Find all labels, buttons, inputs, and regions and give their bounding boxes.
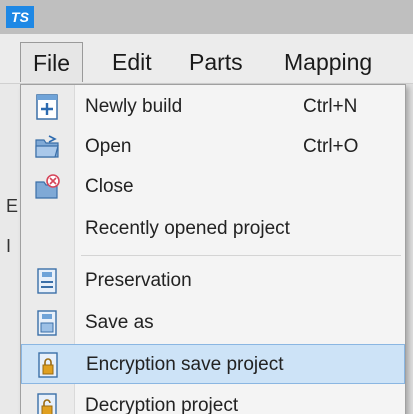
- menu-item-encryption-save[interactable]: Encryption save project: [21, 344, 405, 384]
- decrypt-icon: [33, 391, 61, 414]
- menu-edit[interactable]: Edit: [100, 42, 164, 82]
- save-as-icon: [33, 308, 61, 338]
- menu-item-save-as[interactable]: Save as: [21, 303, 405, 343]
- title-bar: TS: [0, 0, 413, 34]
- menu-file[interactable]: File: [20, 42, 84, 82]
- menu-item-label: Encryption save project: [86, 354, 284, 375]
- menu-item-newly-build[interactable]: Newly build Ctrl+N: [21, 87, 405, 127]
- menu-item-label: Open: [85, 136, 132, 157]
- menu-parts[interactable]: Parts: [177, 42, 255, 82]
- menu-bar: File Edit Parts Mapping: [0, 34, 413, 84]
- encrypt-icon: [34, 350, 62, 380]
- menu-item-label: Recently opened project: [85, 218, 290, 239]
- menu-item-label: Close: [85, 176, 134, 197]
- menu-item-label: Newly build: [85, 96, 183, 117]
- app-logo: TS: [6, 6, 34, 28]
- menu-item-close[interactable]: Close: [21, 167, 405, 207]
- menu-item-decryption[interactable]: Decryption project: [21, 386, 405, 414]
- menu-item-open[interactable]: Open Ctrl+O: [21, 127, 405, 167]
- menu-mapping[interactable]: Mapping: [272, 42, 384, 82]
- open-folder-icon: [33, 132, 61, 162]
- background-panel-left: E I: [0, 84, 20, 414]
- close-folder-icon: [33, 172, 61, 202]
- menu-item-label: Preservation: [85, 270, 192, 291]
- file-menu-dropdown: Newly build Ctrl+N Open Ctrl+O Close Rec…: [20, 84, 406, 414]
- menu-item-preservation[interactable]: Preservation: [21, 261, 405, 301]
- menu-item-label: Save as: [85, 312, 154, 333]
- background-text-fragment: E: [6, 196, 19, 216]
- shortcut-label: Ctrl+N: [303, 96, 358, 117]
- background-text-fragment: I: [6, 236, 12, 256]
- menu-separator: [81, 255, 401, 256]
- new-file-icon: [33, 92, 61, 122]
- shortcut-label: Ctrl+O: [303, 136, 359, 157]
- menu-item-label: Decryption project: [85, 395, 239, 414]
- save-icon: [33, 266, 61, 296]
- background-panel-right: [406, 84, 413, 414]
- menu-item-recent-projects[interactable]: Recently opened project: [21, 209, 405, 249]
